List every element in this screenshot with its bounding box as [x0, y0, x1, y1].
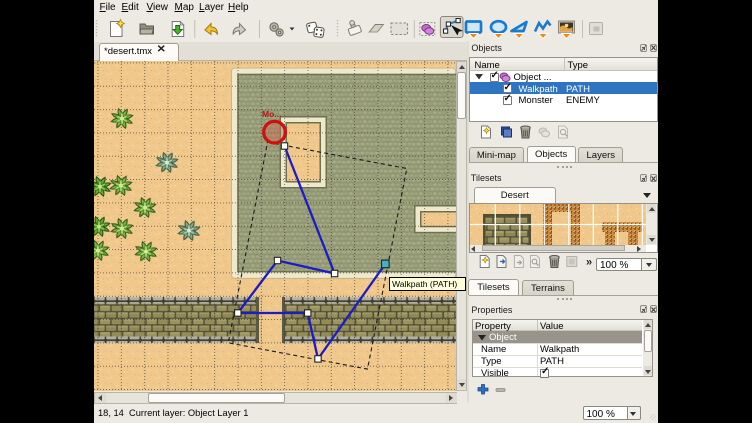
svg-text:Mo...: Mo... — [262, 109, 281, 119]
svg-text:»: » — [586, 257, 592, 269]
